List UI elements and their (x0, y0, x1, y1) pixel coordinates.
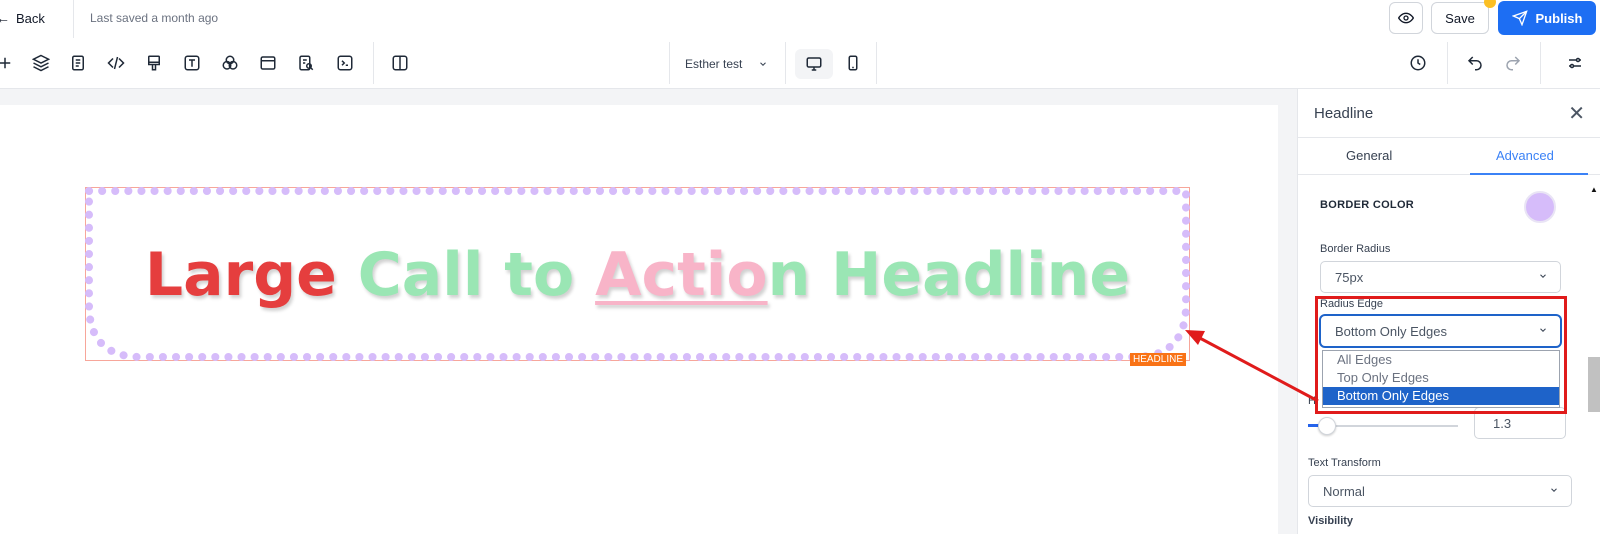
desktop-view-button[interactable] (795, 49, 833, 79)
text-icon[interactable] (181, 52, 203, 74)
border-color-label: BORDER COLOR (1320, 199, 1415, 211)
divider (669, 42, 670, 84)
line-height-label-partial: H (1308, 395, 1316, 407)
divider (876, 42, 877, 84)
option-bottom-only-edges[interactable]: Bottom Only Edges (1323, 387, 1559, 405)
seo-icon[interactable] (295, 52, 317, 74)
page-select-value: Esther test (685, 57, 743, 71)
panel-tabs: General Advanced (1298, 137, 1600, 175)
radius-edge-select[interactable]: Bottom Only Edges (1320, 315, 1561, 347)
headline-text[interactable]: Large Call to Action Headline (86, 240, 1189, 310)
send-icon (1511, 10, 1528, 26)
border-radius-label: Border Radius (1320, 243, 1391, 255)
divider (785, 42, 786, 84)
publish-button[interactable]: Publish (1498, 1, 1596, 35)
border-color-swatch[interactable] (1524, 191, 1556, 223)
border-radius-select[interactable]: 75px (1320, 261, 1561, 293)
save-button[interactable]: Save (1431, 2, 1489, 34)
paint-icon[interactable] (143, 52, 165, 74)
settings-panel: Headline ✕ General Advanced BORDER COLOR… (1297, 89, 1600, 534)
editor-toolbar: Esther test (0, 38, 1600, 89)
chevron-down-icon (1540, 274, 1546, 278)
text-transform-label: Text Transform (1308, 457, 1381, 469)
element-type-tag: HEADLINE (1130, 353, 1187, 366)
history-icon[interactable] (1407, 52, 1429, 74)
visibility-label: Visibility (1308, 515, 1354, 527)
chevron-down-icon (1540, 328, 1546, 332)
tab-advanced[interactable]: Advanced (1496, 148, 1554, 163)
elements-icon[interactable] (219, 52, 241, 74)
columns-icon[interactable] (389, 52, 411, 74)
save-status: Last saved a month ago (90, 11, 219, 25)
arrow-left-icon: ← (0, 10, 10, 26)
layers-icon[interactable] (30, 52, 52, 74)
panel-title: Headline (1314, 105, 1374, 122)
divider (373, 42, 374, 84)
page-icon[interactable] (67, 52, 89, 74)
radius-edge-value: Bottom Only Edges (1335, 323, 1447, 339)
undo-icon[interactable] (1464, 52, 1486, 74)
section-icon[interactable] (257, 52, 279, 74)
redo-icon[interactable] (1502, 52, 1524, 74)
code-icon[interactable] (105, 52, 127, 74)
plus-icon[interactable] (0, 52, 16, 74)
chevron-down-icon (1551, 488, 1557, 492)
settings-sliders-icon[interactable] (1564, 52, 1586, 74)
divider (1447, 42, 1448, 84)
line-height-slider-handle[interactable] (1318, 417, 1336, 435)
line-height-input[interactable]: 1.3 (1474, 407, 1566, 439)
back-label: Back (16, 10, 45, 26)
divider (73, 0, 74, 38)
headline-part-2: Call to (357, 240, 596, 310)
active-tab-indicator (1470, 173, 1588, 175)
border-radius-value: 75px (1335, 269, 1364, 285)
mobile-icon (848, 55, 858, 71)
desktop-icon (806, 57, 822, 71)
scroll-up-icon[interactable]: ▲ (1590, 185, 1598, 194)
preview-button[interactable] (1389, 2, 1423, 34)
headline-element[interactable]: Large Call to Action Headline (85, 187, 1190, 361)
text-transform-select[interactable]: Normal (1308, 475, 1572, 507)
chevron-down-icon (760, 62, 767, 66)
close-icon[interactable]: ✕ (1568, 101, 1585, 126)
top-bar: ← Back Last saved a month ago Save Publi… (0, 0, 1600, 38)
divider (1540, 42, 1541, 84)
headline-part-3: Actio (595, 240, 768, 310)
tab-general[interactable]: General (1346, 148, 1392, 163)
headline-part-1: Large (144, 240, 358, 310)
radius-edge-options: All Edges Top Only Edges Bottom Only Edg… (1322, 350, 1560, 408)
publish-label: Publish (1535, 10, 1583, 26)
eye-icon (1398, 12, 1414, 24)
text-transform-value: Normal (1323, 483, 1365, 499)
option-all-edges[interactable]: All Edges (1323, 351, 1559, 369)
radius-edge-label: Radius Edge (1320, 298, 1383, 310)
headline-part-4: n Headline (767, 240, 1131, 310)
terminal-icon[interactable] (334, 52, 356, 74)
page-select[interactable]: Esther test (685, 57, 768, 71)
back-button[interactable]: ← Back (0, 10, 45, 26)
panel-scrollbar-thumb[interactable] (1588, 357, 1600, 412)
mobile-view-button[interactable] (842, 52, 864, 74)
notification-dot (1484, 0, 1496, 8)
option-top-only-edges[interactable]: Top Only Edges (1323, 369, 1559, 387)
